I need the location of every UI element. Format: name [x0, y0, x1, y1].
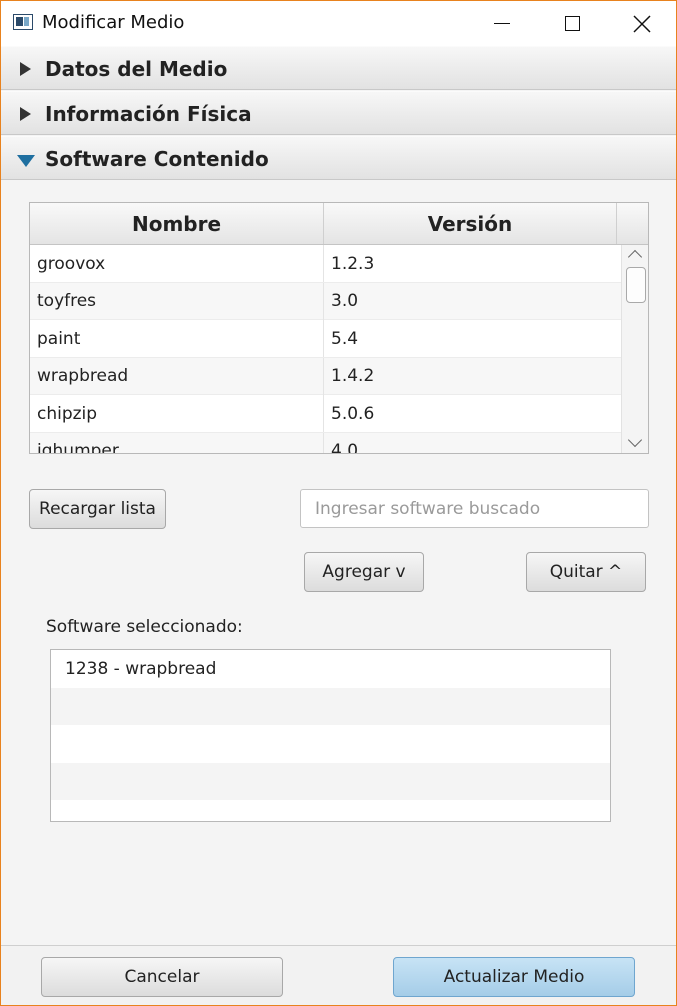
cell-name: groovox [30, 245, 324, 282]
selected-software-label: Software seleccionado: [46, 617, 243, 637]
maximize-icon [564, 16, 580, 31]
collapsed-arrow-icon [20, 62, 31, 76]
cell-version: 5.0.6 [331, 403, 375, 424]
table-row[interactable]: paint 5.4 [30, 320, 621, 358]
list-item[interactable]: 1238 - wrapbread [51, 650, 610, 688]
table-row[interactable]: groovox 1.2.3 [30, 245, 621, 283]
pane-label: Software Contenido [45, 147, 269, 171]
table-row[interactable]: toyfres 3.0 [30, 282, 621, 320]
column-header-version[interactable]: Versión [324, 203, 617, 244]
scroll-thumb[interactable] [626, 267, 646, 303]
list-item [51, 725, 610, 763]
cell-version: 4.0 [331, 441, 359, 453]
update-media-button[interactable]: Actualizar Medio [393, 957, 635, 997]
cell-version: 5.4 [331, 328, 359, 349]
cell-version: 1.2.3 [331, 253, 375, 274]
table-corner [617, 203, 648, 244]
close-icon [633, 14, 651, 33]
table-row[interactable]: wrapbread 1.4.2 [30, 357, 621, 395]
pane-label: Datos del Medio [45, 57, 228, 81]
column-header-nombre[interactable]: Nombre [30, 203, 324, 244]
pane-datos-del-medio[interactable]: Datos del Medio [1, 46, 676, 90]
cell-name: jghumper [30, 432, 324, 453]
modify-media-window: Modificar Medio Datos del Medio Informac… [0, 0, 677, 1006]
minimize-icon [494, 22, 510, 25]
list-item [51, 687, 610, 725]
selected-software-list: 1238 - wrapbread [50, 649, 611, 822]
remove-button[interactable]: Quitar ^ [526, 552, 646, 592]
list-item [51, 762, 610, 800]
cell-name: wrapbread [30, 357, 324, 395]
pane-software-contenido[interactable]: Software Contenido [1, 136, 676, 180]
close-button[interactable] [607, 1, 676, 46]
window-title: Modificar Medio [42, 12, 185, 33]
app-window-icon [13, 14, 33, 30]
reload-list-button[interactable]: Recargar lista [29, 489, 166, 529]
table-header: Nombre Versión [30, 203, 648, 245]
maximize-button[interactable] [537, 1, 607, 46]
add-button[interactable]: Agregar v [304, 552, 424, 592]
expanded-arrow-icon [17, 155, 35, 167]
scroll-down-icon[interactable] [627, 432, 643, 448]
scroll-up-icon[interactable] [627, 249, 643, 265]
software-table: Nombre Versión groovox 1.2.3 toyfres 3.0… [29, 202, 649, 454]
pane-label: Información Física [45, 102, 252, 126]
cell-version: 1.4.2 [331, 366, 375, 386]
table-body: groovox 1.2.3 toyfres 3.0 paint 5.4 wrap… [30, 245, 621, 453]
cell-name: toyfres [30, 282, 324, 320]
pane-informacion-fisica[interactable]: Información Física [1, 91, 676, 135]
list-item [51, 800, 610, 821]
table-row[interactable]: chipzip 5.0.6 [30, 395, 621, 433]
collapsed-arrow-icon [20, 107, 31, 121]
table-scrollbar[interactable] [621, 245, 648, 453]
title-bar: Modificar Medio [1, 1, 676, 46]
cancel-button[interactable]: Cancelar [41, 957, 283, 997]
cell-name: chipzip [30, 395, 324, 432]
software-search-input[interactable] [300, 489, 649, 528]
cell-version: 3.0 [331, 291, 359, 311]
table-row[interactable]: jghumper 4.0 [30, 432, 621, 453]
cell-name: paint [30, 320, 324, 357]
minimize-button[interactable] [467, 1, 537, 46]
